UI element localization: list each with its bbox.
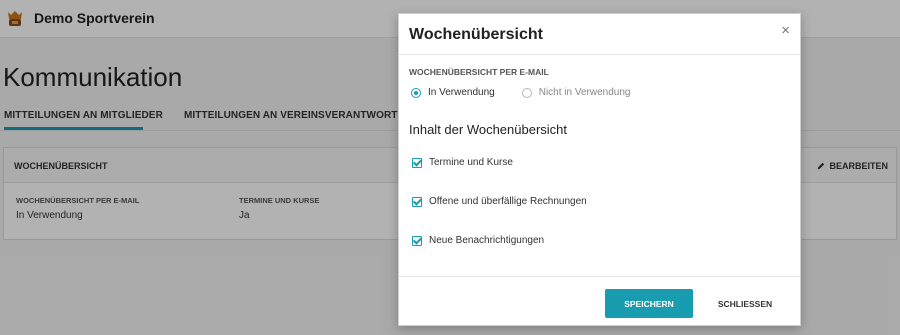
checkbox-open-invoices[interactable]: Offene und überfällige Rechnungen: [412, 196, 587, 207]
radio-not-in-use[interactable]: Nicht in Verwendung: [521, 87, 631, 98]
modal-header: Wochenübersicht ×: [399, 14, 800, 55]
usage-radio-group: In Verwendung Nicht in Verwendung: [411, 87, 657, 98]
checkbox-label: Neue Benachrichtigungen: [429, 235, 545, 246]
radio-unchecked-icon[interactable]: [521, 87, 532, 98]
close-button[interactable]: SCHLIESSEN: [703, 289, 787, 318]
checkbox-label: Termine und Kurse: [429, 157, 513, 168]
checkbox-checked-icon[interactable]: [412, 235, 422, 246]
radio-label: Nicht in Verwendung: [538, 87, 631, 98]
checkbox-checked-icon[interactable]: [412, 157, 422, 168]
checkbox-checked-icon[interactable]: [412, 196, 422, 207]
save-button[interactable]: SPEICHERN: [605, 289, 693, 318]
radio-label: In Verwendung: [428, 87, 495, 98]
radio-in-use[interactable]: In Verwendung: [411, 87, 495, 98]
email-summary-label: WOCHENÜBERSICHT PER E-MAIL: [409, 67, 549, 77]
radio-checked-icon[interactable]: [411, 87, 421, 98]
close-icon[interactable]: ×: [781, 23, 790, 38]
modal-title: Wochenübersicht: [409, 26, 543, 43]
checkbox-events-courses[interactable]: Termine und Kurse: [412, 157, 513, 168]
content-heading: Inhalt der Wochenübersicht: [409, 122, 568, 137]
checkbox-new-notifications[interactable]: Neue Benachrichtigungen: [412, 235, 544, 246]
modal-footer: SPEICHERN SCHLIESSEN: [399, 276, 800, 325]
weekly-summary-dialog: Wochenübersicht × WOCHENÜBERSICHT PER E-…: [398, 13, 801, 326]
checkbox-label: Offene und überfällige Rechnungen: [429, 196, 587, 207]
